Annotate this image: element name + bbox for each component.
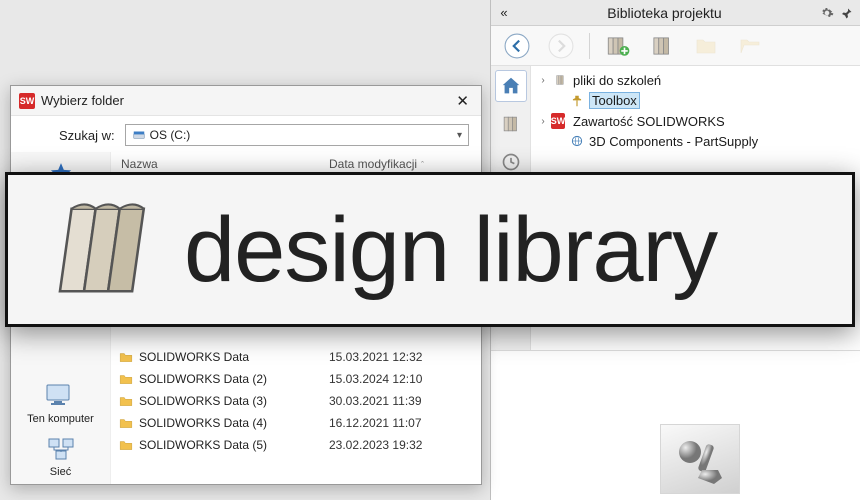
back-button[interactable]: [499, 28, 535, 64]
collapse-icon[interactable]: «: [495, 5, 513, 20]
tree-item-3d-components[interactable]: 3D Components - PartSupply: [537, 131, 854, 151]
chevron-down-icon: ▾: [457, 130, 462, 141]
row-date: 15.03.2021 12:32: [329, 350, 469, 364]
tree-item-label: pliki do szkoleń: [573, 73, 661, 88]
folder-icon: [117, 439, 135, 451]
table-row[interactable]: SOLIDWORKS Data (4) 16.12.2021 11:07: [111, 412, 481, 434]
expander-icon[interactable]: ›: [537, 116, 549, 127]
add-location-button[interactable]: [600, 28, 636, 64]
folder-icon: [117, 351, 135, 363]
folder-icon: [117, 373, 135, 385]
solidworks-icon: SW: [19, 93, 35, 109]
sidebar-home-icon[interactable]: [495, 70, 527, 102]
network-icon: [43, 433, 79, 465]
panel-title: Biblioteka projektu: [513, 5, 816, 21]
table-row[interactable]: SOLIDWORKS Data (2) 15.03.2024 12:10: [111, 368, 481, 390]
row-date: 15.03.2024 12:10: [329, 372, 469, 386]
dialog-title: Wybierz folder: [41, 93, 452, 108]
books-icon: [553, 72, 569, 88]
row-date: 23.02.2023 19:32: [329, 438, 469, 452]
drive-icon: [132, 128, 146, 142]
pc-icon: [43, 380, 79, 412]
folder-icon: [117, 417, 135, 429]
row-name: SOLIDWORKS Data (2): [139, 372, 329, 386]
toolbar-separator: [589, 33, 590, 59]
place-this-pc[interactable]: Ten komputer: [27, 380, 94, 425]
expander-icon[interactable]: ›: [537, 75, 549, 86]
column-date[interactable]: Data modyfikacjiˆ: [329, 157, 469, 171]
place-label: Ten komputer: [27, 413, 94, 425]
search-label: Szukaj w:: [59, 128, 115, 143]
close-icon[interactable]: ✕: [452, 92, 473, 110]
sort-indicator-icon: ˆ: [421, 160, 424, 170]
folder-button: [688, 28, 724, 64]
place-network[interactable]: Sieć: [43, 433, 79, 478]
books-icon: [46, 195, 156, 305]
row-name: SOLIDWORKS Data (3): [139, 394, 329, 408]
table-row[interactable]: SOLIDWORKS Data 15.03.2021 12:32: [111, 346, 481, 368]
tree-item-sw-content[interactable]: › SW Zawartość SOLIDWORKS: [537, 111, 854, 131]
design-library-banner: design library: [5, 172, 855, 327]
sidebar-library-icon[interactable]: [495, 108, 527, 140]
row-date: 30.03.2021 11:39: [329, 394, 469, 408]
drive-dropdown[interactable]: OS (C:) ▾: [125, 124, 469, 146]
column-name[interactable]: Nazwa: [111, 157, 329, 171]
folder-icon: [117, 395, 135, 407]
panel-toolbar: [491, 26, 860, 66]
pin-icon[interactable]: [838, 4, 856, 22]
drive-value: OS (C:): [150, 128, 191, 142]
tree-item-label: 3D Components - PartSupply: [589, 134, 758, 149]
row-name: SOLIDWORKS Data (4): [139, 416, 329, 430]
toolbox-icon: [569, 93, 585, 109]
fasteners-thumbnail[interactable]: [660, 424, 740, 494]
row-date: 16.12.2021 11:07: [329, 416, 469, 430]
dialog-search-row: Szukaj w: OS (C:) ▾: [11, 116, 481, 152]
library-button[interactable]: [644, 28, 680, 64]
tree-item-pliki[interactable]: › pliki do szkoleń: [537, 70, 854, 90]
place-label: Sieć: [50, 466, 71, 478]
panel-header: « Biblioteka projektu: [491, 0, 860, 26]
dialog-titlebar[interactable]: SW Wybierz folder ✕: [11, 86, 481, 116]
tree-item-label: Toolbox: [589, 92, 640, 109]
solidworks-icon: SW: [553, 113, 569, 129]
open-button: [732, 28, 768, 64]
tree-item-label: Zawartość SOLIDWORKS: [573, 114, 725, 129]
gear-icon[interactable]: [818, 4, 836, 22]
tree-item-toolbox[interactable]: Toolbox: [537, 90, 854, 111]
banner-text: design library: [184, 204, 717, 296]
row-name: SOLIDWORKS Data: [139, 350, 329, 364]
table-row[interactable]: SOLIDWORKS Data (3) 30.03.2021 11:39: [111, 390, 481, 412]
forward-button: [543, 28, 579, 64]
row-name: SOLIDWORKS Data (5): [139, 438, 329, 452]
table-row[interactable]: SOLIDWORKS Data (5) 23.02.2023 19:32: [111, 434, 481, 456]
globe-icon: [569, 133, 585, 149]
panel-preview: [491, 350, 860, 500]
